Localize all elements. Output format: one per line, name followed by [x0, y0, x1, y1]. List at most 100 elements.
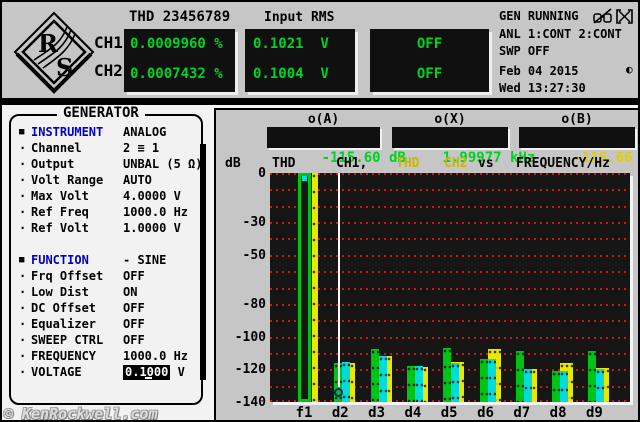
gridline [270, 288, 630, 290]
bar-cyan-d2 [342, 362, 350, 402]
generator-row-label: Max Volt [31, 189, 89, 203]
instrument-screen: R S CH1 CH2 THD 23456789 0.0009960 % 0.0… [0, 0, 640, 422]
generator-row-label: Ref Freq [31, 205, 89, 219]
generator-row-value[interactable]: OFF [123, 333, 145, 348]
generator-row-ref-freq[interactable]: · Ref Freq 1000.0 Hz [17, 205, 203, 221]
x-tick-label-d4: d4 [404, 405, 422, 421]
generator-row-value[interactable]: ON [123, 285, 137, 300]
generator-row-dc-offset[interactable]: · DC Offset OFF [17, 301, 203, 317]
swp-status: SWP OFF [499, 44, 550, 58]
contrast-icon: ◐ [626, 63, 633, 76]
x-axis-labels: f1 d2 d3 d4 d5 d6 d7 d8 d9 [216, 406, 636, 420]
gridline [270, 255, 630, 257]
bar-yellow-d4 [423, 367, 428, 402]
generator-row-blank [17, 237, 203, 253]
chart-title-part: vs [478, 156, 494, 171]
gridline [270, 337, 630, 339]
generator-row-value[interactable]: 4.0000 V [123, 189, 181, 204]
chart-title-part: THD [396, 156, 420, 171]
bar-green-d4 [407, 366, 415, 402]
generator-row-value[interactable]: OFF [123, 269, 145, 284]
generator-row-value[interactable]: 1.0000 V [123, 221, 181, 236]
chart-title-part: THD [272, 156, 296, 171]
generator-row-ref-volt[interactable]: · Ref Volt 1.0000 V [17, 221, 203, 237]
gridline [270, 189, 630, 191]
generator-row-label: Ref Volt [31, 221, 89, 235]
thd-ch2-value: 0.0007432 % [130, 66, 223, 82]
logo-letter-s: S [56, 53, 73, 82]
aux-ch1-value: OFF [416, 36, 443, 52]
generator-row-voltage[interactable]: · VOLTAGE 0.1000 V [17, 365, 203, 381]
time-text: Wed 13:27:30 [499, 81, 586, 95]
generator-row-low-dist[interactable]: · Low Dist ON [17, 285, 203, 301]
generator-row-value[interactable]: - SINE [123, 253, 166, 268]
generator-row-value[interactable]: OFF [123, 317, 145, 332]
section-divider [2, 98, 638, 105]
row-marker: · [19, 285, 27, 299]
bar-yellow-d3 [387, 356, 392, 402]
chart-title: THD CH1, THD CH2 vs FREQUENCY/Hz [216, 157, 636, 171]
generator-row-value[interactable]: 1000.0 Hz [123, 205, 188, 220]
bar-green-d7 [516, 351, 524, 402]
generator-row-value[interactable]: OFF [123, 301, 145, 316]
watermark: © KenRockwell.com [4, 405, 158, 422]
cursor-line[interactable] [338, 173, 340, 387]
thd-ch1-value: 0.0009960 % [130, 36, 223, 52]
generator-row-frq-offset[interactable]: · Frq Offset OFF [17, 269, 203, 285]
y-tick-label: -100 [234, 330, 266, 345]
chart-title-part: CH2 [444, 156, 468, 171]
generator-row-label: Output [31, 157, 75, 171]
generator-row-label: FUNCTION [31, 253, 89, 267]
generator-row-value[interactable]: 1000.0 Hz [123, 349, 188, 364]
generator-panel-title: GENERATOR [57, 106, 145, 120]
row-marker: · [19, 333, 27, 347]
row-marker: · [19, 269, 27, 283]
y-axis-ticks: 0 -30 -50 -80 -100 -120 -140 [216, 110, 266, 418]
generator-row-max-volt[interactable]: · Max Volt 4.0000 V [17, 189, 203, 205]
x-tick-label-f1: f1 [295, 405, 313, 421]
generator-row-equalizer[interactable]: · Equalizer OFF [17, 317, 203, 333]
chart-title-part: FREQUENCY/Hz [516, 156, 610, 171]
generator-row-value[interactable]: AUTO [123, 173, 152, 188]
chart-title-part: CH1, [336, 156, 368, 171]
row-marker: · [19, 205, 27, 219]
row-marker: · [19, 349, 27, 363]
generator-row-channel[interactable]: · Channel 2 ≡ 1 [17, 141, 203, 157]
bar-green-d3 [371, 349, 379, 402]
bar-yellow-d7 [532, 369, 537, 402]
bar-cyan-d5 [451, 363, 459, 402]
edit-field-value[interactable]: 0.1000 [123, 365, 171, 380]
cursor-a-label: o(A) [307, 112, 340, 127]
generator-row-frequency[interactable]: · FREQUENCY 1000.0 Hz [17, 349, 203, 365]
cursor-b-readout: -115.66 dB [519, 127, 635, 166]
aux-ch2-value: OFF [416, 66, 443, 82]
generator-row-output[interactable]: · Output UNBAL (5 Ω) [17, 157, 203, 173]
generator-row-value[interactable]: 0.1000 V [123, 365, 185, 380]
generator-panel: ■ INSTRUMENT ANALOG · Channel 2 ≡ 1 · Output UNB… [9, 114, 203, 405]
bar-cyan-d3 [379, 356, 387, 402]
generator-row-instrument[interactable]: ■ INSTRUMENT ANALOG [17, 125, 203, 141]
generator-row-value[interactable]: ANALOG [123, 125, 166, 140]
generator-row-sweep-ctrl[interactable]: · SWEEP CTRL OFF [17, 333, 203, 349]
generator-row-value[interactable]: UNBAL (5 Ω) [123, 157, 202, 172]
cursor-b-label: o(B) [561, 112, 593, 127]
aux-readout-box: OFF OFF [370, 29, 489, 92]
generator-row-label: Equalizer [31, 317, 97, 331]
cursor-marker[interactable] [334, 388, 343, 397]
generator-scrollbar[interactable] [200, 144, 206, 380]
bar-green-d8 [552, 371, 560, 402]
rohde-schwarz-logo: R S [12, 10, 96, 94]
fundamental-bar-cap [302, 176, 307, 181]
x-tick-label-d9: d9 [585, 405, 603, 421]
generator-row-function[interactable]: ■ FUNCTION - SINE [17, 253, 203, 269]
edit-cursor [145, 377, 152, 379]
thd-readout-box: 0.0009960 % 0.0007432 % [124, 29, 235, 92]
generator-row-volt-range[interactable]: · Volt Range AUTO [17, 173, 203, 189]
bar-cyan-d4 [415, 366, 423, 402]
rms-ch2-value: 0.1004 V [253, 66, 329, 82]
rms-ch1-value: 0.1021 V [253, 36, 329, 52]
cursor-x-label: o(X) [434, 112, 466, 127]
generator-row-value[interactable]: 2 ≡ 1 [123, 141, 159, 156]
generator-row-label: FREQUENCY [31, 349, 97, 363]
gridline [270, 238, 630, 240]
